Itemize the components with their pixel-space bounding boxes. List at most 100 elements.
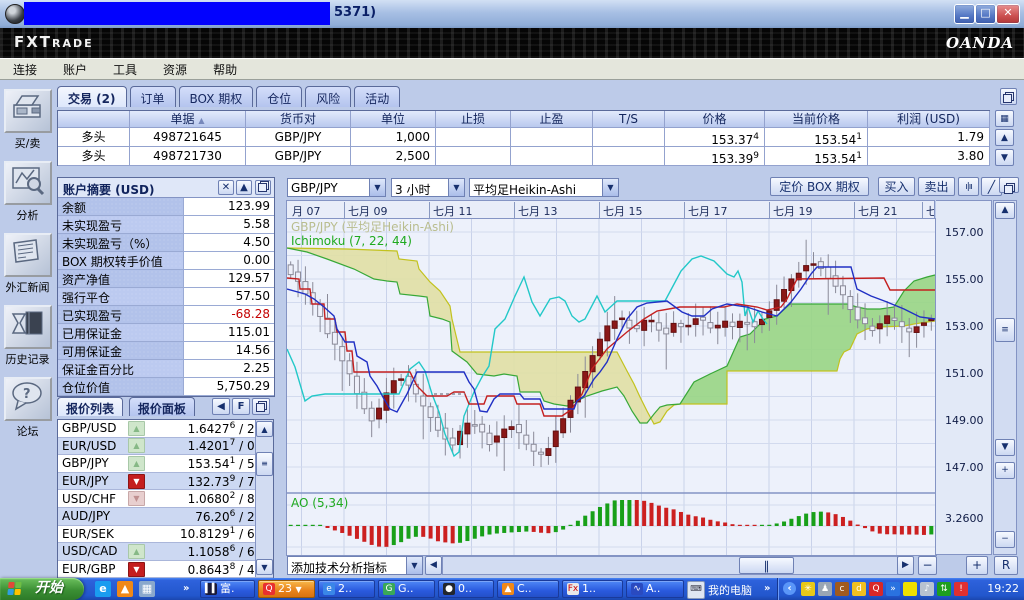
hide-tray-icons-chevron[interactable]: ‹ xyxy=(783,582,796,595)
sidebar-item-4[interactable]: ? 论坛 xyxy=(0,377,55,439)
quotes-back-button[interactable]: ◀ xyxy=(212,398,230,415)
scrollbar-thumb[interactable]: ∥ xyxy=(739,557,794,574)
trade-row[interactable]: 多头498721645GBP/JPY1,000153.374153.5411.7… xyxy=(58,128,990,147)
sell-button[interactable]: 卖出 xyxy=(918,177,955,196)
zoom-out-button[interactable]: − xyxy=(995,531,1015,548)
minimize-button[interactable]: ▁ xyxy=(954,4,975,24)
menu-item-0[interactable]: 连接 xyxy=(0,58,50,79)
detach-chart-button[interactable] xyxy=(999,177,1019,193)
menu-item-3[interactable]: 资源 xyxy=(150,58,200,79)
task-button-6[interactable]: Fx1.. xyxy=(562,580,623,598)
scroll-up-button[interactable]: ▲ xyxy=(995,202,1015,219)
tab-quote-board[interactable]: 报价面板 xyxy=(129,397,195,416)
task-button-1[interactable]: Q23 ▼ xyxy=(258,580,315,598)
column-header[interactable]: 止损 xyxy=(436,111,511,128)
candle-style-icon[interactable]: ı|ıı xyxy=(958,177,979,196)
column-header[interactable]: 单位 xyxy=(351,111,436,128)
tray-yellow-icon[interactable] xyxy=(903,582,917,596)
add-indicator-select[interactable]: 添加技术分析指标▼ xyxy=(287,556,423,575)
show-desktop-icon[interactable]: ▲ xyxy=(117,581,133,597)
tray-burst-icon[interactable]: ✳ xyxy=(801,582,815,596)
menu-item-1[interactable]: 账户 xyxy=(50,58,100,79)
scroll-down-button[interactable]: ▼ xyxy=(256,559,273,575)
interval-select[interactable]: 3 小时▼ xyxy=(391,178,465,197)
tray-duck-icon[interactable]: d xyxy=(852,582,866,596)
taskbar-overflow-chevron[interactable]: » xyxy=(764,583,770,594)
trades-tab-4[interactable]: 风险 xyxy=(305,86,351,107)
close-panel-button[interactable]: ✕ xyxy=(218,180,234,195)
keyboard-language-icon[interactable]: ⌨ xyxy=(687,581,705,599)
tray-alert-icon[interactable]: ! xyxy=(954,582,968,596)
column-header[interactable]: T/S xyxy=(593,111,665,128)
quotes-scrollbar[interactable]: ▲ ≡ ▼ xyxy=(255,420,273,577)
buy-sell-icon[interactable] xyxy=(4,89,52,133)
task-button-7[interactable]: ∿A.. xyxy=(626,580,684,598)
media-player-icon[interactable]: ▦ xyxy=(139,581,155,597)
sidebar-item-3[interactable]: 历史记录 xyxy=(0,305,55,367)
buy-button[interactable]: 买入 xyxy=(878,177,915,196)
tray-volume-icon[interactable]: ♪ xyxy=(920,582,934,596)
scrollbar-thumb[interactable]: ≡ xyxy=(995,318,1015,342)
task-button-2[interactable]: e2.. xyxy=(318,580,375,598)
detach-panel-button[interactable] xyxy=(255,180,271,195)
zoom-in-button[interactable]: + xyxy=(995,462,1015,479)
scroll-down-button[interactable]: ▼ xyxy=(995,439,1015,456)
detach-panel-button[interactable] xyxy=(1000,88,1017,105)
chart-horizontal-scrollbar[interactable]: ∥ xyxy=(442,556,898,575)
scroll-left-button[interactable]: ◀ xyxy=(425,556,442,575)
symbol-select[interactable]: GBP/JPY▼ xyxy=(287,178,386,197)
task-button-0[interactable]: ▍▍富. xyxy=(200,580,255,598)
sidebar-item-2[interactable]: 外汇新闻 xyxy=(0,233,55,295)
quote-row[interactable]: GBP/JPY ▲ 153.541 / 591 xyxy=(58,455,273,473)
tray-robot-icon[interactable]: ♟ xyxy=(818,582,832,596)
reset-chart-button[interactable]: R xyxy=(994,556,1018,575)
price-box-option-button[interactable]: 定价 BOX 期权 xyxy=(770,177,869,196)
task-button-4[interactable]: ●0.. xyxy=(438,580,494,598)
menu-item-4[interactable]: 帮助 xyxy=(200,58,250,79)
detach-panel-button[interactable] xyxy=(252,398,270,415)
menu-item-2[interactable]: 工具 xyxy=(100,58,150,79)
trade-row[interactable]: 多头498721730GBP/JPY2,500153.399153.5413.8… xyxy=(58,147,990,166)
window-titlebar[interactable]: 5371) ▁ □ ✕ xyxy=(0,0,1024,29)
trades-tab-5[interactable]: 活动 xyxy=(354,86,400,107)
trades-tab-2[interactable]: BOX 期权 xyxy=(179,86,254,107)
chart-vertical-scrollbar[interactable]: ▲ ≡ ▼ + − xyxy=(993,200,1017,555)
trades-tab-3[interactable]: 仓位 xyxy=(256,86,302,107)
scroll-right-button[interactable]: ▶ xyxy=(897,556,914,575)
chevron-down-icon[interactable]: ▼ xyxy=(602,179,618,196)
quote-row[interactable]: AUD/JPY 76.206 / 235 xyxy=(58,508,273,526)
tray-qq-icon[interactable]: Q xyxy=(869,582,883,596)
chevron-down-icon[interactable]: ▼ xyxy=(448,179,464,196)
zoom-in-x-button[interactable]: + xyxy=(966,556,988,575)
sidebar-item-0[interactable]: 买/卖 xyxy=(0,89,55,151)
quote-row[interactable]: EUR/SEK 10.81291 / 691 xyxy=(58,526,273,544)
task-button-5[interactable]: ▲C.. xyxy=(497,580,559,598)
forum-icon[interactable]: ? xyxy=(4,377,52,421)
price-chart[interactable]: GBP/JPY (平均足Heikin-Ashi)Ichimoku (7, 22,… xyxy=(286,218,937,556)
quotes-filter-button[interactable]: F xyxy=(232,398,250,415)
quote-row[interactable]: EUR/JPY ▼ 132.739 / 763 xyxy=(58,473,273,491)
table-options-button[interactable]: ▦ xyxy=(995,110,1014,127)
start-button[interactable]: 开始 xyxy=(0,578,84,600)
scrollbar-thumb[interactable]: ≡ xyxy=(256,452,273,476)
collapse-panel-button[interactable]: ▲ xyxy=(236,180,252,195)
trades-scroll-down-button[interactable]: ▼ xyxy=(995,149,1014,166)
trades-tab-0[interactable]: 交易 (2) xyxy=(57,86,127,107)
trades-tab-1[interactable]: 订单 xyxy=(130,86,176,107)
forex-news-icon[interactable] xyxy=(4,233,52,277)
ie-icon[interactable]: e xyxy=(95,581,111,597)
scroll-up-button[interactable]: ▲ xyxy=(256,421,273,437)
column-header[interactable]: 货币对 xyxy=(246,111,351,128)
desktop-item-label[interactable]: 我的电脑 xyxy=(708,582,752,598)
column-header[interactable]: 当前价格 xyxy=(765,111,868,128)
column-header[interactable]: 止盈 xyxy=(511,111,593,128)
column-header[interactable]: 单据 ▲ xyxy=(130,111,246,128)
tray-updown-icon[interactable]: ⇅ xyxy=(937,582,951,596)
analysis-icon[interactable] xyxy=(4,161,52,205)
column-header[interactable] xyxy=(58,111,130,128)
chevron-down-icon[interactable]: ▼ xyxy=(406,557,422,574)
quote-row[interactable]: EUR/USD ▲ 1.42017 / 026 xyxy=(58,438,273,456)
tray-coffee-icon[interactable]: c xyxy=(835,582,849,596)
column-header[interactable]: 价格 xyxy=(665,111,765,128)
close-button[interactable]: ✕ xyxy=(996,4,1020,24)
